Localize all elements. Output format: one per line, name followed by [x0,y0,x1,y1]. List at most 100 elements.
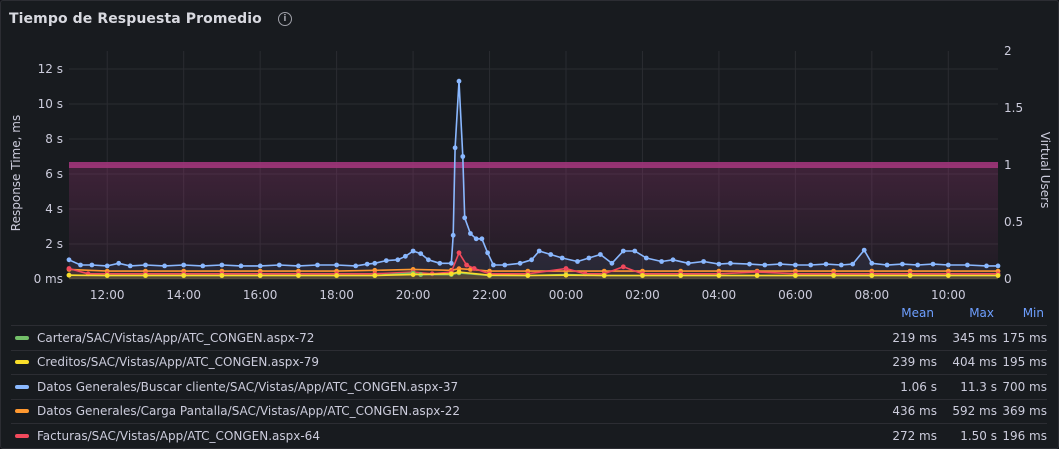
legend-row[interactable]: Datos Generales/Buscar cliente/SAC/Vista… [11,374,1047,399]
data-point [487,272,492,278]
data-point [601,273,607,278]
data-point [915,262,921,268]
data-point [353,263,359,269]
data-point [410,248,416,254]
data-point [104,273,110,278]
panel-title[interactable]: Tiempo de Respuesta Promedio [9,11,262,27]
data-point [850,261,856,267]
legend-mean: 272 ms [892,428,937,443]
legend-header-min[interactable]: Min [994,306,1044,320]
legend-header-mean[interactable]: Mean [884,306,934,320]
y2-tick-label: 1 [1004,158,1012,172]
data-point [238,263,244,269]
data-point [559,255,565,261]
panel-header: Tiempo de Respuesta Promedio i [9,8,292,30]
data-point [869,260,875,266]
data-point [502,262,508,268]
data-point [116,260,122,266]
data-point [468,231,473,236]
data-point [793,262,798,268]
data-point [643,255,649,261]
legend-row[interactable]: Facturas/SAC/Vistas/App/ATC_CONGEN.aspx-… [11,423,1047,448]
data-point [143,262,148,268]
x-tick-label: 04:00 [702,288,737,302]
data-point [456,78,462,84]
legend-mean: 436 ms [892,404,937,419]
y2-tick-label: 2 [1004,44,1012,58]
legend-header: Mean Max Min [884,306,1044,320]
data-point [517,260,523,266]
data-point [181,273,187,278]
legend-mean: 219 ms [892,330,937,345]
data-point [296,263,301,269]
data-point [701,259,706,264]
data-point [89,262,95,268]
data-point [869,273,875,278]
legend-min: 196 ms [1002,428,1047,443]
data-point [620,264,626,270]
legend-row[interactable]: Creditos/SAC/Vistas/App/ATC_CONGEN.aspx-… [11,349,1047,375]
data-point [403,253,408,259]
data-point [78,262,83,268]
data-point [861,247,867,253]
data-point [995,263,1001,269]
data-point [473,236,479,242]
data-point [485,250,490,256]
data-point [471,266,477,271]
data-point [716,273,722,278]
data-point [296,273,301,278]
data-point [907,273,913,278]
data-point [464,262,469,268]
data-point [536,248,542,254]
data-point [143,273,148,278]
legend-max: 11.3 s [960,379,997,394]
data-point [460,154,466,159]
response-time-chart[interactable]: 0 ms 2 s 4 s 6 s 8 s 10 s 12 s 0 0.5 1 1.5 2 12:00 14… [1,39,1058,304]
x-tick-label: 20:00 [396,288,431,302]
data-point [685,260,691,266]
data-point [831,273,836,278]
x-tick-label: 12:00 [90,288,125,302]
data-point [448,271,454,277]
legend-series-name: Cartera/SAC/Vistas/App/ATC_CONGEN.aspx-7… [37,330,315,345]
data-point [965,262,970,268]
data-point [383,258,389,263]
info-icon[interactable]: i [277,12,292,26]
legend-header-max[interactable]: Max [934,306,994,320]
data-point [586,255,592,261]
data-point [529,257,534,263]
y-tick-label: 12 s [38,62,63,76]
data-point [276,262,282,268]
data-point [181,262,187,268]
data-point [450,232,456,238]
data-point [762,262,768,268]
x-tick-label: 14:00 [166,288,201,302]
data-point [984,263,989,269]
data-point [66,266,72,271]
legend-max: 404 ms [952,355,997,370]
data-point [754,273,760,278]
x-tick-label: 00:00 [549,288,584,302]
data-point [728,260,733,266]
data-point [900,261,905,267]
legend-series-name: Facturas/SAC/Vistas/App/ATC_CONGEN.aspx-… [37,428,320,443]
legend-max: 1.50 s [960,428,997,443]
data-point [452,145,458,151]
data-point [548,252,554,257]
y-axis-label: Response Time, ms [9,115,23,231]
x-tick-label: 16:00 [243,288,278,302]
y-tick-label: 0 ms [34,272,63,286]
legend-series-name: Creditos/SAC/Vistas/App/ATC_CONGEN.aspx-… [37,355,320,370]
data-point [104,263,110,269]
legend-min: 369 ms [1002,404,1047,419]
data-point [364,261,370,267]
legend-row[interactable]: Datos Generales/Carga Pantalla/SAC/Vista… [11,398,1047,424]
legend-row[interactable]: Cartera/SAC/Vistas/App/ATC_CONGEN.aspx-7… [11,325,1047,350]
data-point [945,273,951,278]
data-point [609,260,615,266]
data-point [372,273,378,278]
legend-min: 700 ms [1002,379,1047,394]
data-point [456,269,462,275]
data-point [315,262,320,268]
data-point [127,263,133,269]
